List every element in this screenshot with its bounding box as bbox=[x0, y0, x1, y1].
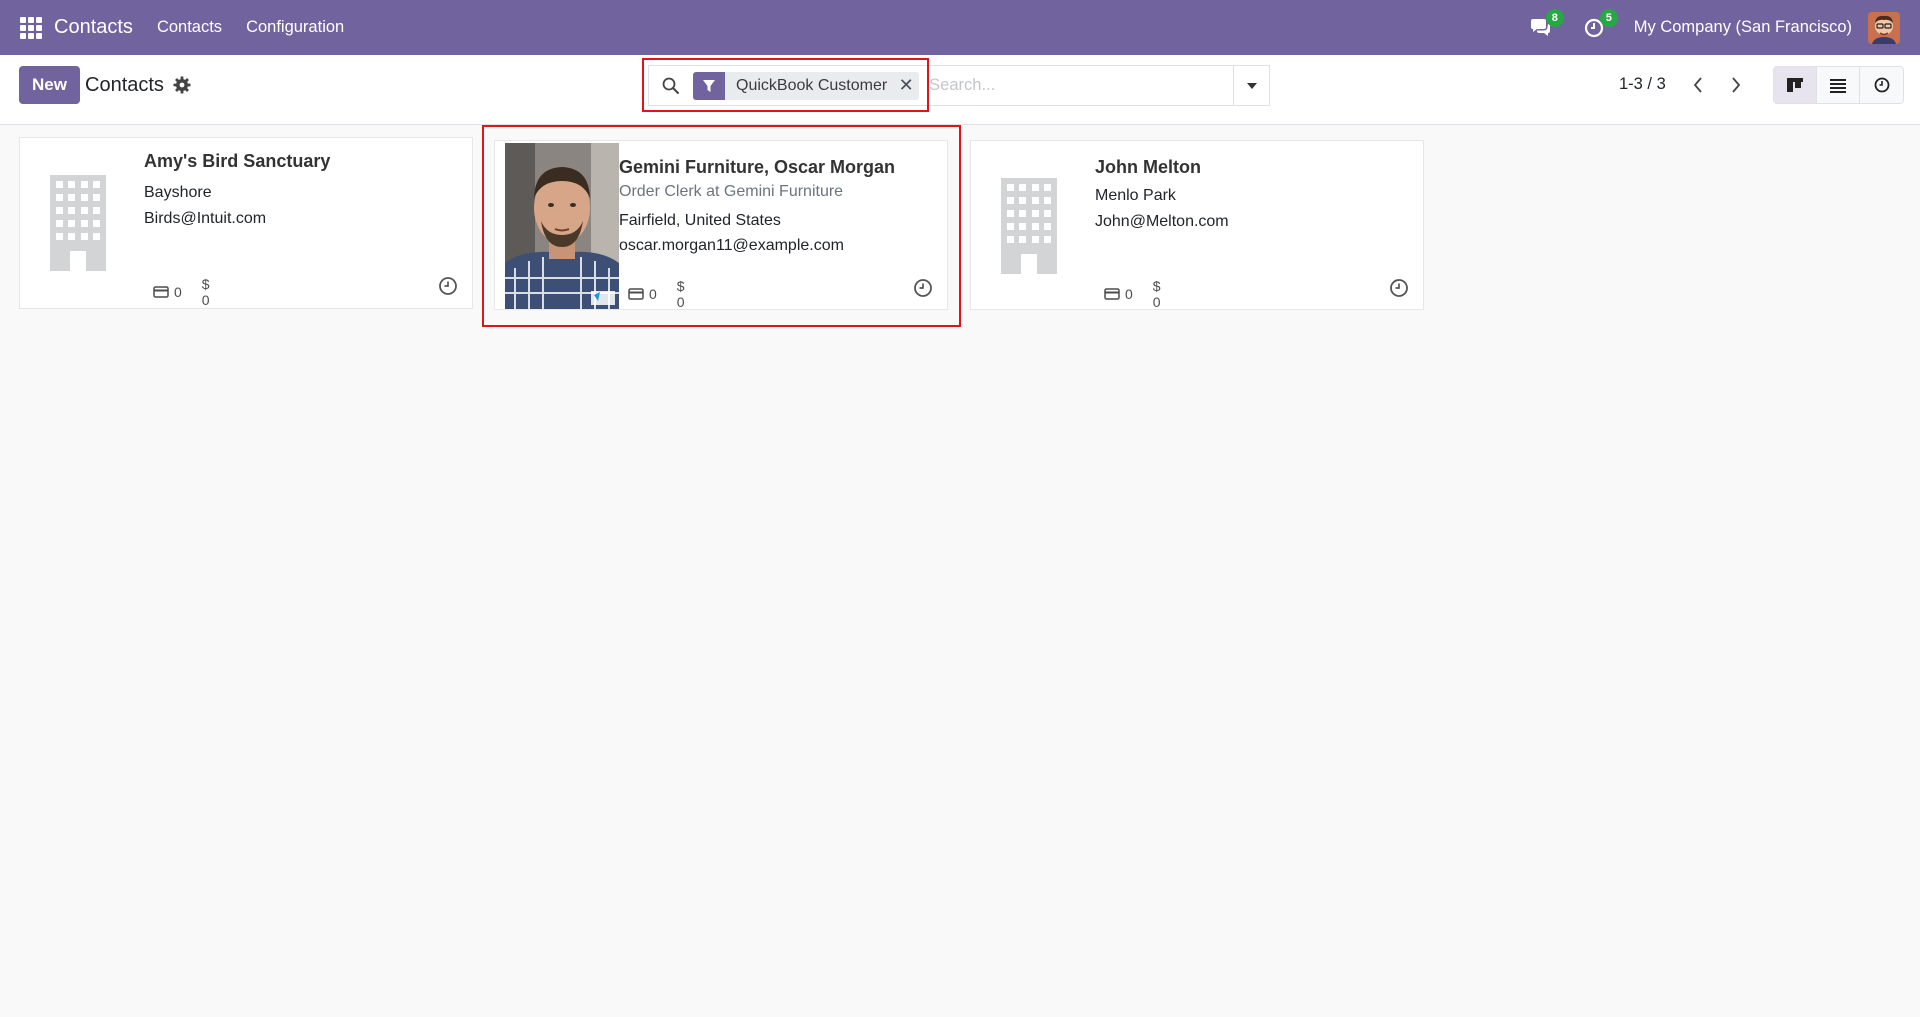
messages-button[interactable]: 8 bbox=[1526, 8, 1564, 42]
kanban-icon bbox=[1787, 78, 1803, 92]
close-icon[interactable]: ✕ bbox=[897, 72, 919, 100]
list-view-button[interactable] bbox=[1817, 67, 1860, 103]
card-stats: 0 $ 0 bbox=[628, 278, 705, 310]
contact-address: Menlo Park bbox=[1095, 187, 1176, 204]
activity-clock-icon[interactable] bbox=[438, 276, 458, 296]
filter-icon bbox=[693, 71, 725, 100]
caret-down-icon bbox=[1246, 82, 1257, 89]
activity-clock-icon[interactable] bbox=[913, 278, 933, 298]
pager-value[interactable]: 1-3 / 3 bbox=[1619, 75, 1666, 94]
credit-card-icon bbox=[1104, 288, 1120, 300]
contact-name: Amy's Bird Sanctuary bbox=[144, 151, 331, 171]
stat-cards[interactable]: 0 bbox=[628, 286, 657, 302]
menu-contacts[interactable]: Contacts bbox=[157, 18, 222, 37]
top-navbar: Contacts Contacts Configuration 8 5 My C… bbox=[0, 0, 1920, 55]
stat-cards[interactable]: 0 bbox=[1104, 286, 1133, 302]
activity-icon bbox=[1874, 77, 1889, 93]
contact-photo bbox=[505, 143, 619, 309]
credit-card-icon bbox=[628, 288, 644, 300]
control-panel: New Contacts QuickBook Customer ✕ Search… bbox=[0, 55, 1920, 125]
contact-email: John@Melton.com bbox=[1095, 213, 1229, 230]
search-options-toggle[interactable] bbox=[1233, 66, 1269, 105]
kanban-view-button[interactable] bbox=[1774, 67, 1817, 103]
search-input[interactable] bbox=[929, 76, 1230, 95]
search-bar: QuickBook Customer ✕ bbox=[648, 65, 1270, 106]
messages-badge: 8 bbox=[1545, 8, 1564, 27]
activities-badge: 5 bbox=[1599, 8, 1618, 27]
stat-money-value: $ 0 bbox=[201, 276, 210, 308]
activity-clock-icon[interactable] bbox=[1389, 278, 1409, 298]
stat-money-value: $ 0 bbox=[676, 278, 685, 310]
menu-configuration[interactable]: Configuration bbox=[246, 18, 344, 37]
stat-money[interactable]: $ 0 bbox=[677, 278, 685, 310]
contact-card[interactable]: Amy's Bird Sanctuary Bayshore Birds@Intu… bbox=[19, 137, 473, 309]
contact-email: oscar.morgan11@example.com bbox=[619, 237, 844, 254]
stat-money[interactable]: $ 0 bbox=[202, 276, 210, 308]
activity-view-button[interactable] bbox=[1860, 67, 1903, 103]
company-placeholder-icon bbox=[971, 141, 1087, 311]
contact-card[interactable]: Gemini Furniture, Oscar Morgan Order Cle… bbox=[494, 140, 948, 310]
gear-icon[interactable] bbox=[173, 76, 191, 94]
company-switcher[interactable]: My Company (San Francisco) bbox=[1634, 18, 1852, 37]
stat-cards-value: 0 bbox=[174, 284, 182, 300]
contact-address: Bayshore bbox=[144, 184, 212, 201]
credit-card-icon bbox=[153, 286, 169, 298]
chevron-left-icon bbox=[1693, 77, 1702, 93]
app-menu-icon[interactable] bbox=[20, 16, 42, 39]
stat-cards[interactable]: 0 bbox=[153, 284, 182, 300]
pager-next-button[interactable] bbox=[1723, 72, 1749, 98]
page-title: Contacts bbox=[85, 74, 164, 96]
view-switcher bbox=[1773, 66, 1904, 104]
search-facet: QuickBook Customer ✕ bbox=[693, 71, 920, 100]
contact-email: Birds@Intuit.com bbox=[144, 210, 267, 227]
stat-money-value: $ 0 bbox=[1152, 278, 1161, 310]
card-stats: 0 $ 0 bbox=[153, 276, 230, 308]
pager-previous-button[interactable] bbox=[1685, 72, 1711, 98]
app-name[interactable]: Contacts bbox=[54, 16, 133, 39]
new-button[interactable]: New bbox=[19, 66, 80, 104]
stat-money[interactable]: $ 0 bbox=[1153, 278, 1161, 310]
company-placeholder-icon bbox=[20, 138, 136, 308]
contact-name: Gemini Furniture, Oscar Morgan bbox=[619, 157, 896, 177]
contact-job-title: Order Clerk at Gemini Furniture bbox=[619, 183, 844, 200]
facet-label: QuickBook Customer bbox=[736, 76, 888, 94]
user-avatar[interactable] bbox=[1868, 11, 1900, 44]
stat-cards-value: 0 bbox=[1125, 286, 1133, 302]
search-icon[interactable] bbox=[661, 76, 681, 96]
contact-card[interactable]: John Melton Menlo Park John@Melton.com 0… bbox=[970, 140, 1424, 310]
list-icon bbox=[1830, 79, 1846, 93]
card-stats: 0 $ 0 bbox=[1104, 278, 1181, 310]
chevron-right-icon bbox=[1732, 77, 1741, 93]
contact-address: Fairfield, United States bbox=[619, 212, 781, 229]
stat-cards-value: 0 bbox=[649, 286, 657, 302]
activities-button[interactable]: 5 bbox=[1580, 8, 1618, 42]
contact-name: John Melton bbox=[1095, 157, 1201, 177]
